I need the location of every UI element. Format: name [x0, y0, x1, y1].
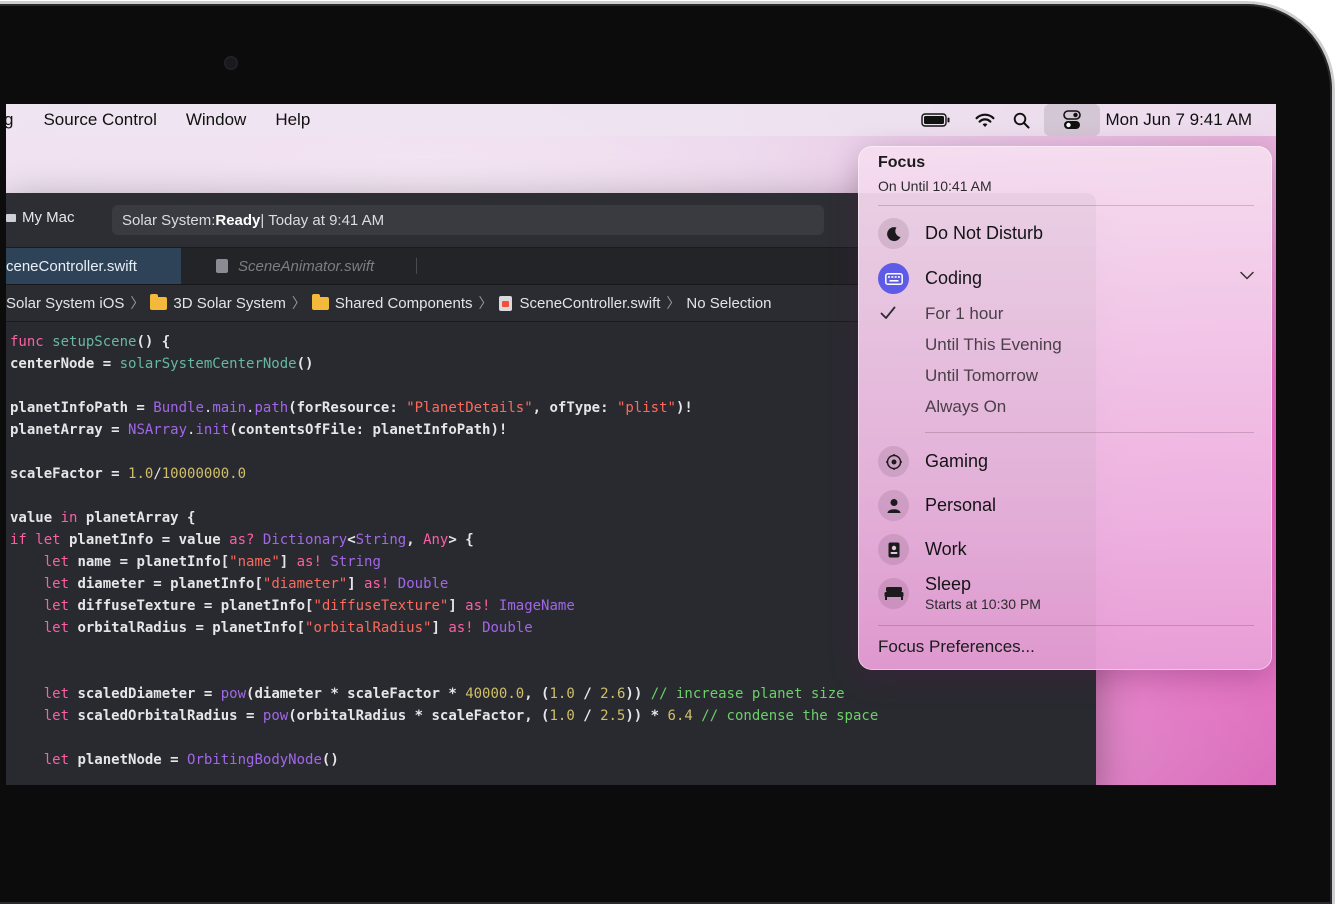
focus-mode-gaming[interactable]: Gaming [878, 446, 988, 477]
screen: g Source Control Window Help Mon Jun 7 9… [6, 104, 1276, 785]
activity-project: Solar System: [122, 211, 216, 229]
breadcrumb-3d-solar-system[interactable]: 3D Solar System [150, 293, 286, 312]
camera-icon [224, 56, 238, 70]
menu-item-source-control[interactable]: Source Control [43, 110, 156, 130]
focus-duration-option[interactable]: Always On [925, 397, 1006, 417]
focus-mode-work[interactable]: Work [878, 534, 967, 565]
code-line: let planetNode = OrbitingBodyNode() [43, 752, 339, 768]
moon-icon [878, 218, 909, 249]
divider [878, 625, 1254, 626]
code-line: let scaledOrbitalRadius = pow(orbitalRad… [43, 708, 879, 724]
tab-label: ceneController.swift [6, 257, 137, 275]
chevron-right-icon: 〉 [666, 295, 681, 311]
code-line: let name = planetInfo["name"] as! String [43, 554, 381, 570]
code-line: let diameter = planetInfo["diameter"] as… [43, 576, 449, 592]
chevron-right-icon: 〉 [478, 295, 493, 311]
swift-file-icon [498, 295, 512, 311]
menu-item-truncated[interactable]: g [6, 110, 13, 130]
focus-mode-do-not-disturb[interactable]: Do Not Disturb [878, 218, 1043, 249]
chevron-right-icon: 〉 [130, 295, 145, 311]
breadcrumb-shared-components[interactable]: Shared Components [311, 293, 473, 312]
chevron-down-icon[interactable] [1240, 267, 1254, 285]
divider [925, 432, 1254, 433]
mac-icon [6, 213, 16, 222]
breadcrumb-no-selection[interactable]: No Selection [686, 295, 771, 312]
mode-label: Gaming [925, 451, 989, 471]
menu-item-window[interactable]: Window [186, 110, 246, 130]
control-center-icon[interactable] [1043, 104, 1100, 136]
breadcrumb-label: Shared Components [334, 294, 473, 312]
sleep-text: Sleep Starts at 10:30 PM [925, 574, 1041, 612]
folder-icon [150, 293, 168, 310]
tab-divider [416, 258, 417, 274]
breadcrumb-label: SceneController.swift [519, 294, 661, 312]
code-line: scaleFactor = 1.0/10000000.0 [10, 466, 247, 482]
code-line: let scaledDiameter = pow(diameter * scal… [43, 686, 845, 702]
breadcrumb-label: Solar System iOS [6, 294, 125, 312]
focus-menu: Focus On Until 10:41 AM Do Not Disturb C… [858, 146, 1272, 670]
run-destination-label: My Mac [22, 209, 75, 226]
swift-file-icon [216, 259, 228, 273]
bed-icon [878, 577, 909, 609]
battery-icon[interactable] [918, 104, 954, 136]
activity-status: Ready [215, 211, 261, 229]
focus-mode-coding[interactable]: Coding [878, 263, 982, 294]
mode-label: Do Not Disturb [925, 223, 1044, 243]
focus-preferences-link[interactable]: Focus Preferences... [878, 637, 1035, 657]
activity-time: | Today at 9:41 AM [260, 211, 385, 229]
menu-bar-items: g Source Control Window Help [6, 110, 339, 130]
breadcrumb-solar-system-ios[interactable]: Solar System iOS [6, 295, 124, 312]
breadcrumb-scene-controller[interactable]: SceneController.swift [498, 294, 661, 312]
search-icon[interactable] [1012, 104, 1032, 136]
keyboard-icon [878, 263, 909, 294]
chevron-right-icon: 〉 [291, 295, 306, 311]
code-line: let diffuseTexture = planetInfo["diffuse… [43, 598, 575, 614]
breadcrumb-label: 3D Solar System [173, 294, 286, 312]
menu-bar-clock[interactable]: Mon Jun 7 9:41 AM [1106, 104, 1252, 136]
focus-duration-option[interactable]: Until Tomorrow [925, 366, 1038, 386]
tab-scene-controller[interactable]: ceneController.swift [6, 248, 181, 284]
code-line: planetArray = NSArray.init(contentsOfFil… [10, 422, 508, 438]
code-line: if let planetInfo = value as? Dictionary… [10, 532, 474, 548]
rocket-icon [878, 446, 909, 477]
code-line: planetInfoPath = Bundle.main.path(forRes… [10, 400, 693, 416]
focus-duration-option[interactable]: For 1 hour [925, 304, 1003, 324]
code-line: value in planetArray { [10, 510, 196, 526]
breadcrumb-label: No Selection [686, 294, 772, 312]
sleep-schedule: Starts at 10:30 PM [925, 596, 1041, 612]
mode-label: Work [925, 539, 967, 559]
activity-view: Solar System: Ready | Today at 9:41 AM [112, 205, 824, 235]
focus-subtitle: On Until 10:41 AM [878, 178, 992, 194]
tab-label: SceneAnimator.swift [238, 257, 375, 275]
divider [878, 205, 1254, 206]
menu-bar: g Source Control Window Help Mon Jun 7 9… [6, 104, 1276, 136]
mode-label: Coding [925, 268, 983, 288]
run-destination[interactable]: My Mac [6, 209, 75, 226]
focus-mode-personal[interactable]: Personal [878, 490, 996, 521]
focus-title: Focus [878, 154, 926, 171]
status-area: Mon Jun 7 9:41 AM [918, 104, 1276, 136]
mode-label: Personal [925, 495, 997, 515]
code-line: func setupScene() { [10, 334, 171, 350]
menu-item-help[interactable]: Help [275, 110, 310, 130]
code-line: let orbitalRadius = planetInfo["orbitalR… [43, 620, 533, 636]
id-badge-icon [878, 534, 909, 565]
code-line: centerNode = solarSystemCenterNode() [10, 356, 314, 372]
tab-scene-animator[interactable]: SceneAnimator.swift [216, 248, 374, 284]
folder-icon [311, 293, 329, 310]
person-icon [878, 490, 909, 521]
wifi-icon[interactable] [974, 104, 996, 136]
checkmark-icon [880, 306, 896, 325]
mode-label: Sleep [925, 574, 972, 594]
focus-duration-option[interactable]: Until This Evening [925, 335, 1062, 355]
focus-mode-sleep[interactable]: Sleep Starts at 10:30 PM [878, 574, 1041, 612]
